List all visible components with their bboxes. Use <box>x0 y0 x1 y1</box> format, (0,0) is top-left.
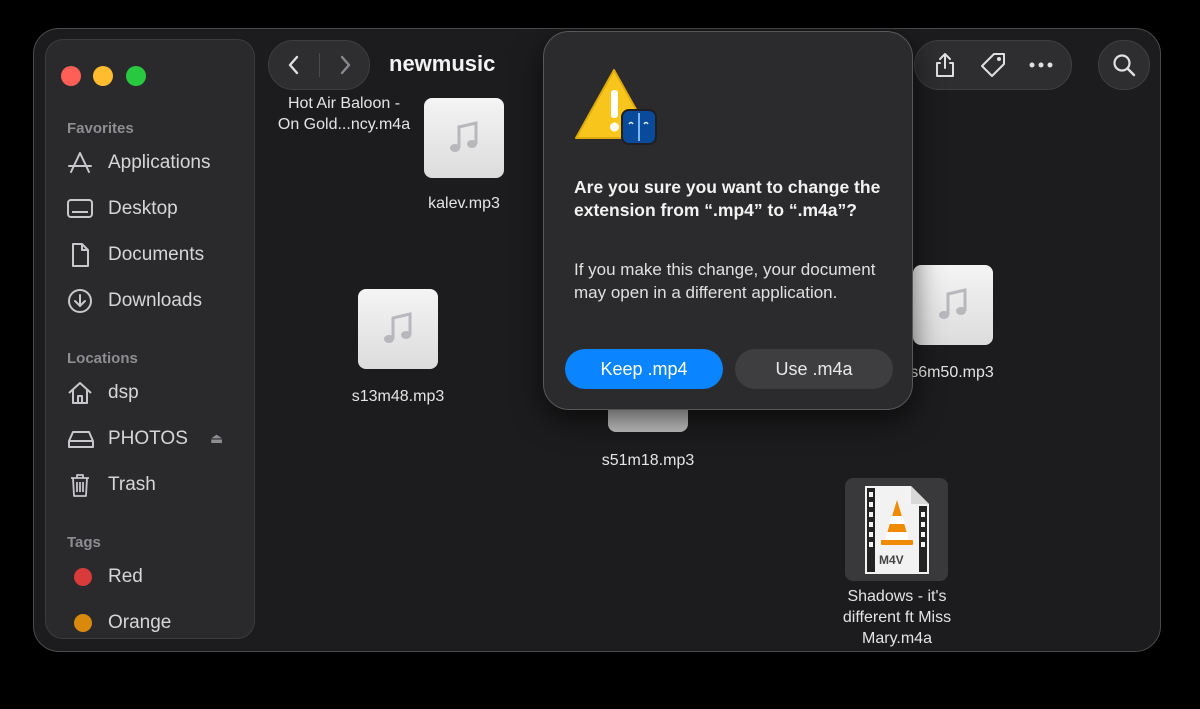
zoom-window-button[interactable] <box>126 66 146 86</box>
tag-red-dot <box>74 568 92 586</box>
file-hot-air-baloon[interactable]: Hot Air Baloon - On Gold...ncy.m4a <box>274 93 414 135</box>
back-button[interactable] <box>269 41 319 89</box>
sidebar-item-label: Documents <box>108 244 205 265</box>
share-icon <box>936 53 954 77</box>
file-name[interactable]: s51m18.mp3 <box>578 450 718 471</box>
minimize-window-button[interactable] <box>93 66 113 86</box>
sidebar-item-desktop[interactable]: Desktop <box>66 192 246 226</box>
file-type-badge: M4V <box>879 553 904 567</box>
sidebar-item-label: Downloads <box>108 290 202 311</box>
document-icon <box>66 241 98 269</box>
sidebar-tag-red[interactable]: Red <box>66 560 246 594</box>
sidebar-item-label: Red <box>108 566 143 587</box>
sidebar-item-label: Orange <box>108 612 172 633</box>
chevron-left-icon <box>288 55 299 75</box>
sidebar-item-label: Trash <box>108 474 156 495</box>
music-note-icon <box>450 121 478 152</box>
sidebar-item-label: Desktop <box>108 198 178 219</box>
sidebar-item-trash[interactable]: Trash <box>66 468 246 502</box>
close-window-button[interactable] <box>61 66 81 86</box>
chevron-right-icon <box>340 55 351 75</box>
ellipsis-icon <box>1029 62 1053 68</box>
sidebar: Favorites Applications Desktop Documents… <box>45 39 255 639</box>
alert-title: Are you sure you want to change the exte… <box>574 177 881 220</box>
favorites-section-title: Favorites <box>67 120 134 137</box>
tags-section-title: Tags <box>67 534 101 551</box>
sidebar-item-label: dsp <box>108 382 139 403</box>
sidebar-item-label: Applications <box>108 152 211 173</box>
file-name[interactable]: kalev.mp3 <box>404 193 524 214</box>
search-button[interactable] <box>1098 40 1150 90</box>
use-m4a-button[interactable]: Use .m4a <box>735 349 893 389</box>
file-name[interactable]: s13m48.mp3 <box>328 386 468 407</box>
download-icon <box>66 287 98 315</box>
keep-mp4-button[interactable]: Keep .mp4 <box>565 349 723 389</box>
toolbar-actions <box>914 40 1072 90</box>
audio-file-icon[interactable] <box>424 98 504 178</box>
alert-message: If you make this change, your document m… <box>574 260 876 302</box>
search-icon <box>1113 54 1136 77</box>
tag-icon <box>981 53 1005 77</box>
desktop-icon <box>66 195 98 223</box>
navigation-controls <box>268 40 370 90</box>
eject-icon[interactable]: ⏏ <box>210 430 223 447</box>
music-note-icon <box>384 312 412 343</box>
audio-file-icon[interactable] <box>358 289 438 369</box>
sidebar-tag-orange[interactable]: Orange <box>66 606 246 640</box>
trash-icon <box>66 471 98 499</box>
file-shadows[interactable]: Shadows - it's different ft Miss Mary.m4… <box>815 586 979 649</box>
video-file-selection[interactable]: M4V <box>845 478 948 581</box>
drive-icon <box>66 425 98 453</box>
sidebar-item-label: PHOTOS <box>108 428 188 449</box>
forward-button[interactable] <box>320 41 370 89</box>
warning-icon <box>575 69 657 145</box>
more-button[interactable] <box>1021 45 1061 85</box>
tag-orange-dot <box>74 614 92 632</box>
sidebar-item-applications[interactable]: Applications <box>66 146 246 180</box>
window-title: newmusic <box>389 51 496 76</box>
sidebar-item-dsp[interactable]: dsp <box>66 376 246 410</box>
tags-button[interactable] <box>973 45 1013 85</box>
sidebar-item-documents[interactable]: Documents <box>66 238 246 272</box>
music-note-icon <box>939 288 967 319</box>
locations-section-title: Locations <box>67 350 138 367</box>
sidebar-item-downloads[interactable]: Downloads <box>66 284 246 318</box>
audio-file-icon[interactable] <box>913 265 993 345</box>
extension-change-alert: Are you sure you want to change the exte… <box>543 31 913 410</box>
share-button[interactable] <box>925 45 965 85</box>
home-icon <box>66 379 98 407</box>
applications-icon <box>66 149 98 177</box>
